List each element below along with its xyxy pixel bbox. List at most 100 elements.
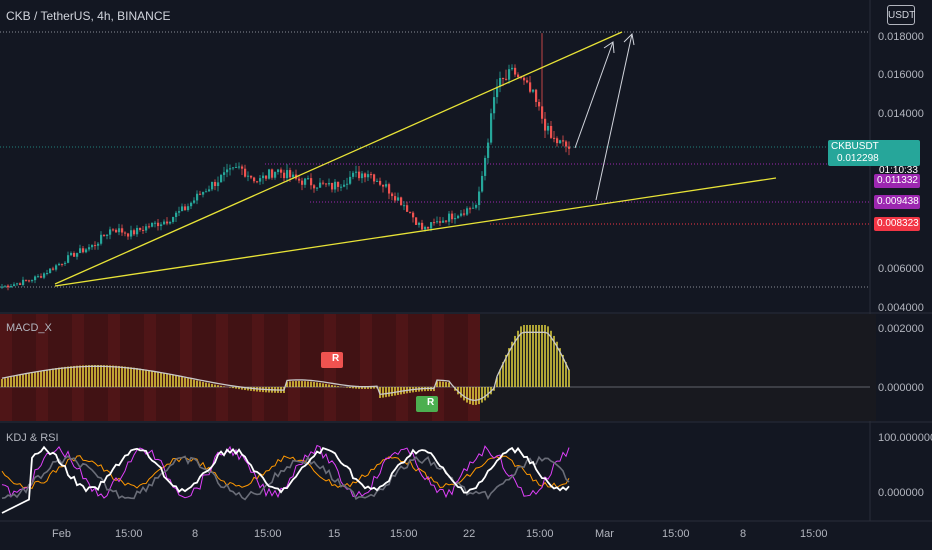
candle-body xyxy=(292,174,295,178)
candle-body xyxy=(454,218,457,220)
candle-body xyxy=(109,229,112,235)
candle-body xyxy=(409,211,412,213)
macd-shade-block xyxy=(360,314,372,421)
candle-body xyxy=(94,245,97,247)
candle-body xyxy=(424,226,427,230)
price-tick: 0.018000 xyxy=(878,31,924,43)
candle-body xyxy=(265,175,268,179)
macd-shade-block xyxy=(636,314,648,421)
candle-body xyxy=(241,166,244,169)
macd-shade-block xyxy=(468,314,480,421)
candle-body xyxy=(562,140,565,142)
macd-shade-block xyxy=(648,314,660,421)
wedge-trendlines[interactable] xyxy=(54,31,777,287)
candle-body xyxy=(217,182,220,187)
candle-body xyxy=(4,285,7,287)
candle-body xyxy=(388,184,391,194)
candle-body xyxy=(256,181,259,183)
candle-body xyxy=(361,173,364,179)
candle-body xyxy=(352,172,355,177)
candle-body xyxy=(280,169,283,173)
currency-button[interactable]: USDT xyxy=(887,5,915,25)
candle-body xyxy=(88,247,91,250)
candle-body xyxy=(535,89,538,102)
candle-body xyxy=(436,221,439,223)
macd-shade-block xyxy=(348,314,360,421)
candle-body xyxy=(412,212,415,218)
candle-body xyxy=(511,67,514,70)
projection-arrows[interactable] xyxy=(574,32,635,201)
candle-body xyxy=(175,212,178,217)
candle-body xyxy=(385,184,388,187)
candle-body xyxy=(445,220,448,222)
candle-body xyxy=(85,249,88,253)
candle-body xyxy=(244,168,247,177)
candle-body xyxy=(7,285,10,288)
candle-body xyxy=(406,205,409,212)
candle-body xyxy=(130,230,133,237)
candle-body xyxy=(151,222,154,227)
candle-body xyxy=(514,67,517,75)
candle-body xyxy=(43,273,46,278)
candle-body xyxy=(166,221,169,224)
macd-shade-block xyxy=(684,314,696,421)
candle-body xyxy=(118,228,121,233)
candle-body xyxy=(250,175,253,178)
candle-body xyxy=(184,206,187,211)
macd-shade-block xyxy=(804,314,816,421)
macd-shade-block xyxy=(624,314,636,421)
candle-body xyxy=(73,253,76,257)
kdj-tick: 0.000000 xyxy=(878,487,924,499)
candle-body xyxy=(442,220,445,223)
candle-body xyxy=(373,174,376,182)
candle-body xyxy=(76,253,79,257)
macd-shade-block xyxy=(456,314,468,421)
time-tick: 15:00 xyxy=(800,528,828,540)
candle-body xyxy=(418,222,421,225)
chart-canvas[interactable] xyxy=(0,0,932,550)
candle-body xyxy=(358,171,361,179)
macd-shade-block xyxy=(792,314,804,421)
candle-body xyxy=(187,206,190,211)
candle-body xyxy=(490,113,493,143)
candle-body xyxy=(298,178,301,181)
time-tick: 15:00 xyxy=(254,528,282,540)
macd-shade-block xyxy=(612,314,624,421)
candle-body xyxy=(493,97,496,114)
candle-body xyxy=(160,224,163,227)
candle-body xyxy=(22,279,25,285)
macd-shade-block xyxy=(300,314,312,421)
candle-body xyxy=(97,243,100,246)
candle-body xyxy=(541,106,544,119)
candle-body xyxy=(307,178,310,180)
candle-body xyxy=(322,182,325,184)
macd-shade-block xyxy=(144,314,156,421)
candle-body xyxy=(106,234,109,236)
candle-body xyxy=(469,208,472,210)
candle-body xyxy=(220,174,223,183)
candle-body xyxy=(568,146,571,149)
candle-body xyxy=(286,170,289,179)
macd-shade-block xyxy=(384,314,396,421)
candle-body xyxy=(55,265,58,270)
candle-body xyxy=(271,169,274,178)
kdj-panel-title[interactable]: KDJ & RSI xyxy=(6,432,59,444)
time-tick: 15:00 xyxy=(662,528,690,540)
macd-panel-title[interactable]: MACD_X xyxy=(6,322,52,334)
candle-body xyxy=(10,286,13,288)
candle-body xyxy=(433,222,436,224)
candle-body xyxy=(67,255,70,263)
time-tick: Mar xyxy=(595,528,614,540)
candle-body xyxy=(484,157,487,176)
buy-signal-label: R xyxy=(427,397,435,408)
candle-body xyxy=(376,180,379,182)
candle-body xyxy=(394,196,397,201)
candle-body xyxy=(487,142,490,158)
candle-body xyxy=(61,263,64,265)
time-tick: Feb xyxy=(52,528,71,540)
macd-shade-block xyxy=(264,314,276,421)
candle-body xyxy=(478,191,481,205)
kdj-tick: 100.000000 xyxy=(878,432,932,444)
candle-body xyxy=(526,80,529,83)
candle-body xyxy=(538,101,541,107)
